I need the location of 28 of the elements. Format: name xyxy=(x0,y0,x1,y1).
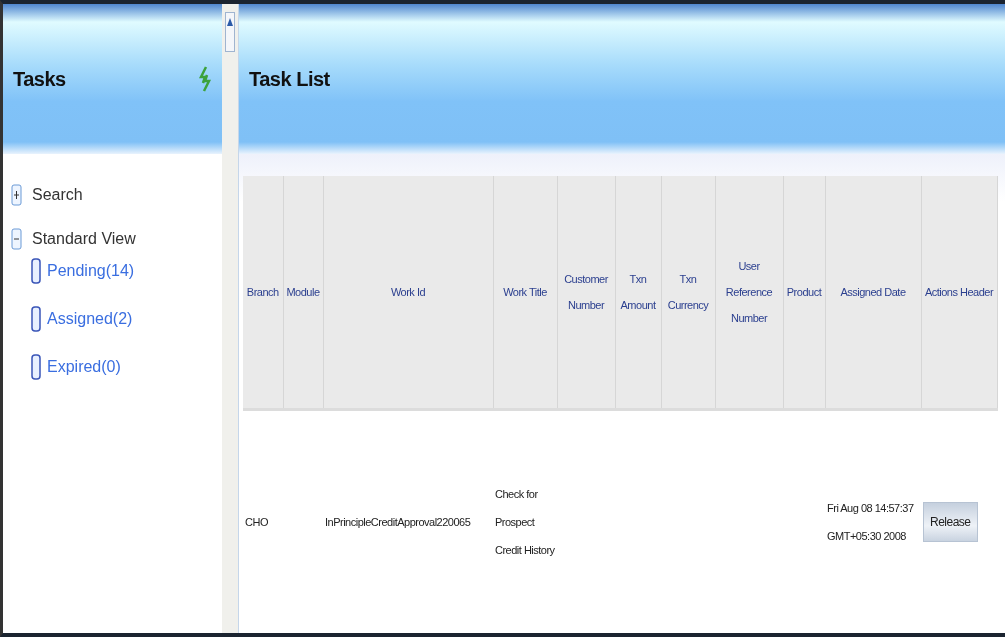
column-header: Actions Header xyxy=(921,176,997,410)
folder-icon xyxy=(31,258,41,284)
table-cell: Check for Prospect Credit History xyxy=(493,409,557,633)
table-cell: InPrincipleCreditApproval220065 xyxy=(323,409,493,633)
column-header: Customer Number xyxy=(557,176,615,410)
folder-icon xyxy=(31,306,41,332)
folder-icon xyxy=(31,354,41,380)
column-header: Product xyxy=(783,176,825,410)
column-header: Work Id xyxy=(323,176,493,410)
column-header: Assigned Date xyxy=(825,176,921,410)
tree-link[interactable]: Expired(0) xyxy=(31,354,214,380)
tree-link[interactable]: Assigned(2) xyxy=(31,306,214,332)
panel-title: Tasks xyxy=(13,67,66,91)
expand-icon[interactable] xyxy=(11,184,22,206)
tree-link[interactable]: Pending(14) xyxy=(31,258,214,284)
tree-item[interactable]: Search xyxy=(32,186,83,204)
table-cell: CHO xyxy=(243,409,283,633)
panel-title: Task List xyxy=(249,67,330,91)
table-cell: Fri Aug 08 14:57:37 GMT+05:30 2008 xyxy=(825,409,921,633)
collapse-icon[interactable] xyxy=(11,228,22,250)
tree-item[interactable]: Standard View xyxy=(32,230,136,248)
column-header: User Reference Number xyxy=(715,176,783,410)
column-header: Txn Currency xyxy=(661,176,715,410)
release-button[interactable]: Release xyxy=(923,502,978,542)
column-header: Module xyxy=(283,176,323,410)
column-header: Branch xyxy=(243,176,283,410)
column-header: Txn Amount xyxy=(615,176,661,410)
column-header: Work Title xyxy=(493,176,557,410)
